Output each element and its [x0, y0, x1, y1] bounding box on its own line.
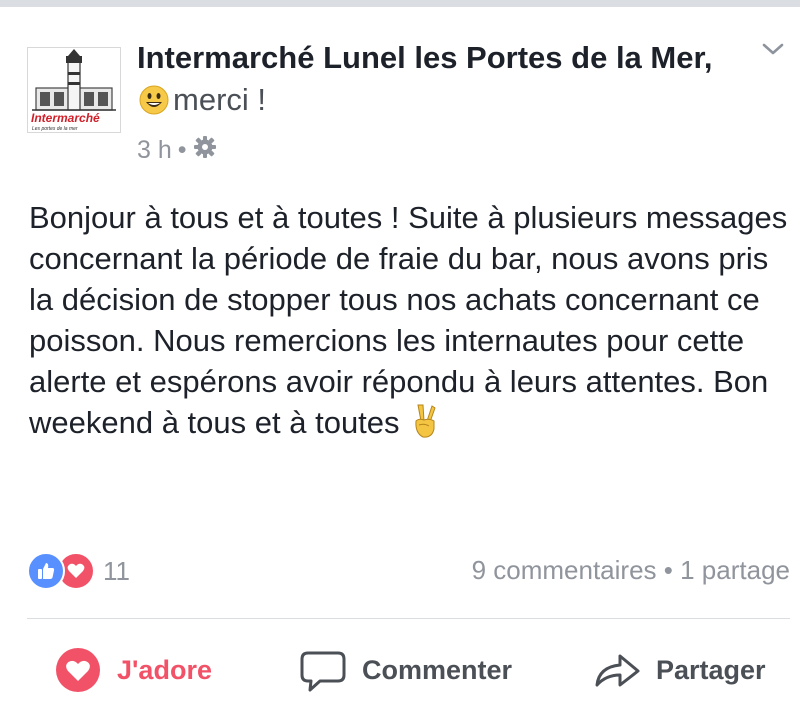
- avatar-brand-text: Intermarché: [31, 111, 100, 125]
- heart-icon: [55, 647, 101, 693]
- post-body-text: Bonjour à tous et à toutes ! Suite à plu…: [29, 200, 788, 440]
- love-button-label: J'adore: [117, 654, 212, 685]
- chevron-down-icon[interactable]: [758, 37, 788, 61]
- shares-count-link[interactable]: 1 partage: [680, 555, 790, 585]
- like-icon: [27, 552, 65, 590]
- page-name-link[interactable]: Intermarché Lunel les Portes de la Mer,: [137, 40, 712, 75]
- action-bar: J'adore Commenter Partager: [0, 640, 800, 704]
- avatar-tagline-text: Les portes de la mer: [32, 126, 78, 132]
- stats-separator: •: [663, 555, 673, 585]
- reactions-summary[interactable]: 11: [27, 552, 130, 590]
- top-divider-bar: [0, 0, 800, 7]
- share-arrow-icon: [594, 647, 640, 693]
- post-header: Intermarché Les portes de la mer Interma…: [0, 7, 800, 167]
- share-button[interactable]: Partager: [594, 640, 766, 700]
- comment-button-label: Commenter: [362, 654, 513, 685]
- page-avatar[interactable]: Intermarché Les portes de la mer: [27, 47, 121, 133]
- post-timestamp[interactable]: 3 h: [137, 136, 172, 165]
- reaction-count: 11: [103, 555, 130, 586]
- smiling-face-icon: [139, 84, 169, 126]
- share-button-label: Partager: [656, 654, 766, 685]
- post-stats: 9 commentaires • 1 partage: [472, 555, 790, 586]
- comments-count-link[interactable]: 9 commentaires: [472, 555, 657, 585]
- post-meta: 3 h •: [137, 135, 217, 166]
- love-button[interactable]: J'adore: [55, 640, 212, 700]
- comment-button[interactable]: Commenter: [300, 640, 512, 700]
- intermarche-logo: Intermarché Les portes de la mer: [28, 48, 120, 132]
- comment-bubble-icon: [300, 647, 346, 693]
- action-divider: [27, 618, 790, 619]
- gear-icon: [193, 135, 217, 166]
- post-title: Intermarché Lunel les Portes de la Mer, …: [137, 37, 737, 126]
- meta-separator: •: [177, 136, 187, 164]
- victory-hand-icon: [410, 403, 440, 449]
- post-body: Bonjour à tous et à toutes ! Suite à plu…: [29, 197, 794, 449]
- post-title-suffix: merci !: [173, 82, 266, 117]
